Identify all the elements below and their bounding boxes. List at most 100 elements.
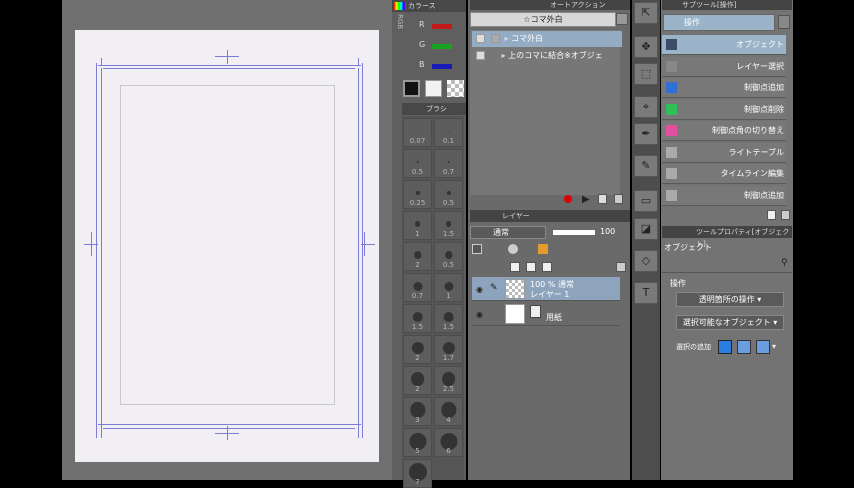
operation-tool-icon[interactable]: ⇱ <box>634 2 658 24</box>
selectable-object-dropdown[interactable]: 選択可能なオブジェクト ▾ <box>676 315 784 330</box>
sub-tool-item[interactable]: ライトテーブル <box>662 142 786 163</box>
brush-size-preset[interactable]: 0.1 <box>434 118 463 147</box>
sub-tool-item[interactable]: レイヤー選択 <box>662 56 786 77</box>
brush-size-preset[interactable]: 0.5 <box>434 180 463 209</box>
new-subtool-icon[interactable] <box>767 210 776 220</box>
auto-action-set-dropdown[interactable]: ☆コマ外白 <box>470 12 616 27</box>
brush-size-preset[interactable]: 1 <box>403 211 432 240</box>
chevron-down-icon[interactable]: ▾ <box>772 342 776 351</box>
play-button[interactable]: ▶ <box>582 194 590 205</box>
brush-size-preset[interactable]: 0.5 <box>403 149 432 178</box>
sub-tool-group[interactable]: 操作 <box>663 14 775 31</box>
transparent-operation-dropdown[interactable]: 透明箇所の操作 ▾ <box>676 292 784 307</box>
main-color-swatch[interactable] <box>403 80 420 97</box>
sub-tool-tab[interactable]: サブツール[操作] <box>662 0 792 10</box>
brush-size-preset[interactable]: 5 <box>403 428 432 457</box>
dropdown-value: 選択可能なオブジェクト <box>682 318 771 327</box>
sub-tool-label: 制御点追加 <box>744 83 784 92</box>
figure-tool-icon[interactable]: ◇ <box>634 250 658 272</box>
eye-icon[interactable]: ◉ <box>476 285 483 294</box>
layer-tab[interactable]: レイヤー <box>470 210 630 222</box>
brush-size-preset[interactable]: 1.5 <box>403 304 432 333</box>
brush-size-preset[interactable]: 2 <box>403 335 432 364</box>
brush-size-preset[interactable]: 4 <box>434 397 463 426</box>
trash-icon[interactable] <box>616 262 626 272</box>
eyedropper-icon[interactable]: ⌖ <box>634 96 658 118</box>
trash-icon[interactable] <box>614 194 623 204</box>
selection-mode-subtract-icon[interactable] <box>756 340 770 354</box>
lock-icon[interactable] <box>508 244 518 254</box>
brush-size-grid: 0.07 0.1 0.5 0.7 0.25 0.5 1 1.5 2 0.5 0.7 1 1.5 1.5 2 1… <box>402 116 464 488</box>
brush-size-preset[interactable]: 0.5 <box>434 242 463 271</box>
brush-size-preset[interactable]: 1.5 <box>434 304 463 333</box>
opacity-slider[interactable] <box>553 230 595 235</box>
record-button[interactable] <box>564 195 572 203</box>
sub-tool-item[interactable]: 制御点削除 <box>662 99 786 120</box>
brush-size-preset[interactable]: 1 <box>434 273 463 302</box>
auto-action-item[interactable]: ▸ 上のコマに結合※オブジェ <box>472 48 622 64</box>
eraser-icon[interactable]: ▭ <box>634 190 658 212</box>
trash-icon[interactable] <box>781 210 790 220</box>
color-wheel-icon[interactable] <box>394 2 406 10</box>
search-icon[interactable]: ⚲ <box>781 258 788 268</box>
brush-tool-icon[interactable]: ✎ <box>634 155 658 177</box>
new-folder-icon[interactable] <box>542 262 552 272</box>
checkbox-icon[interactable] <box>476 34 485 43</box>
sub-tool-item[interactable]: 制御点追加 <box>662 78 786 98</box>
checkbox-icon[interactable] <box>491 34 500 43</box>
brush-size-preset[interactable]: 1.7 <box>434 335 463 364</box>
new-vector-layer-icon[interactable] <box>526 262 536 272</box>
new-raster-layer-icon[interactable] <box>510 262 520 272</box>
brush-size-preset[interactable]: 0.7 <box>434 149 463 178</box>
sub-tool-label: タイムライン編集 <box>720 169 784 178</box>
selection-mode-new-icon[interactable] <box>718 340 732 354</box>
brush-size-preset[interactable]: 1.5 <box>434 211 463 240</box>
brush-size-label: 1.7 <box>442 354 455 362</box>
manga-page[interactable] <box>75 30 379 462</box>
brush-size-preset[interactable]: 0.07 <box>403 118 432 147</box>
brush-size-preset[interactable]: 6 <box>434 428 463 457</box>
new-action-icon[interactable] <box>598 194 607 204</box>
layer-row[interactable]: ◉ ✎ 100 % 通常 レイヤー 1 <box>472 277 620 301</box>
blend-mode-dropdown[interactable]: 通常 <box>470 226 546 239</box>
sub-tool-item[interactable]: 制御点追加 <box>662 185 786 206</box>
sub-tool-item[interactable]: タイムライン編集 <box>662 164 786 184</box>
brush-size-preset[interactable]: 2 <box>403 242 432 271</box>
brush-size-dot <box>416 160 419 164</box>
sub-tool-item[interactable]: オブジェクト <box>662 35 786 55</box>
r-slider[interactable] <box>432 24 452 29</box>
brush-tab[interactable]: ブラシ <box>402 103 466 115</box>
fill-tool-icon[interactable]: ◪ <box>634 218 658 240</box>
brush-size-preset[interactable]: 0.25 <box>403 180 432 209</box>
brush-size-dot <box>410 372 425 386</box>
text-tool-icon[interactable]: T <box>634 282 658 304</box>
b-slider[interactable] <box>432 64 452 69</box>
checkbox-icon[interactable] <box>476 51 485 60</box>
eye-icon[interactable]: ◉ <box>476 310 483 319</box>
sub-tool-item[interactable]: 制御点角の切り替え <box>662 121 786 141</box>
pen-tool-icon[interactable]: ✒ <box>634 123 658 145</box>
expand-arrow-icon[interactable]: ▸ <box>502 51 506 60</box>
sub-color-swatch[interactable] <box>425 80 442 97</box>
g-slider[interactable] <box>432 44 452 49</box>
selection-mode-add-icon[interactable] <box>737 340 751 354</box>
tool-property-tab[interactable]: ツールプロパティ[オブジェクト] <box>662 226 792 248</box>
expand-arrow-icon[interactable]: ▸ <box>505 34 509 43</box>
layer-row[interactable]: ◉ 用紙 <box>472 302 620 326</box>
sub-tool-menu-icon[interactable] <box>778 15 790 29</box>
brush-size-preset[interactable]: 2 <box>403 366 432 395</box>
auto-action-item[interactable]: ▸ コマ外白 <box>472 31 622 47</box>
brush-size-preset[interactable]: 7 <box>403 459 432 488</box>
brush-size-label: 0.5 <box>442 199 455 207</box>
transparent-color-swatch[interactable] <box>447 80 464 97</box>
brush-size-preset[interactable]: 2.5 <box>434 366 463 395</box>
b-label: B <box>419 60 425 69</box>
auto-action-tab[interactable]: オートアクション <box>470 0 630 10</box>
auto-action-menu-icon[interactable] <box>616 13 628 25</box>
brush-size-preset[interactable]: 0.7 <box>403 273 432 302</box>
brush-size-preset[interactable]: 3 <box>403 397 432 426</box>
move-tool-icon[interactable]: ✥ <box>634 36 658 58</box>
draft-layer-icon[interactable] <box>472 244 482 254</box>
mask-icon[interactable] <box>538 244 548 254</box>
selection-tool-icon[interactable]: ⬚ <box>634 63 658 85</box>
